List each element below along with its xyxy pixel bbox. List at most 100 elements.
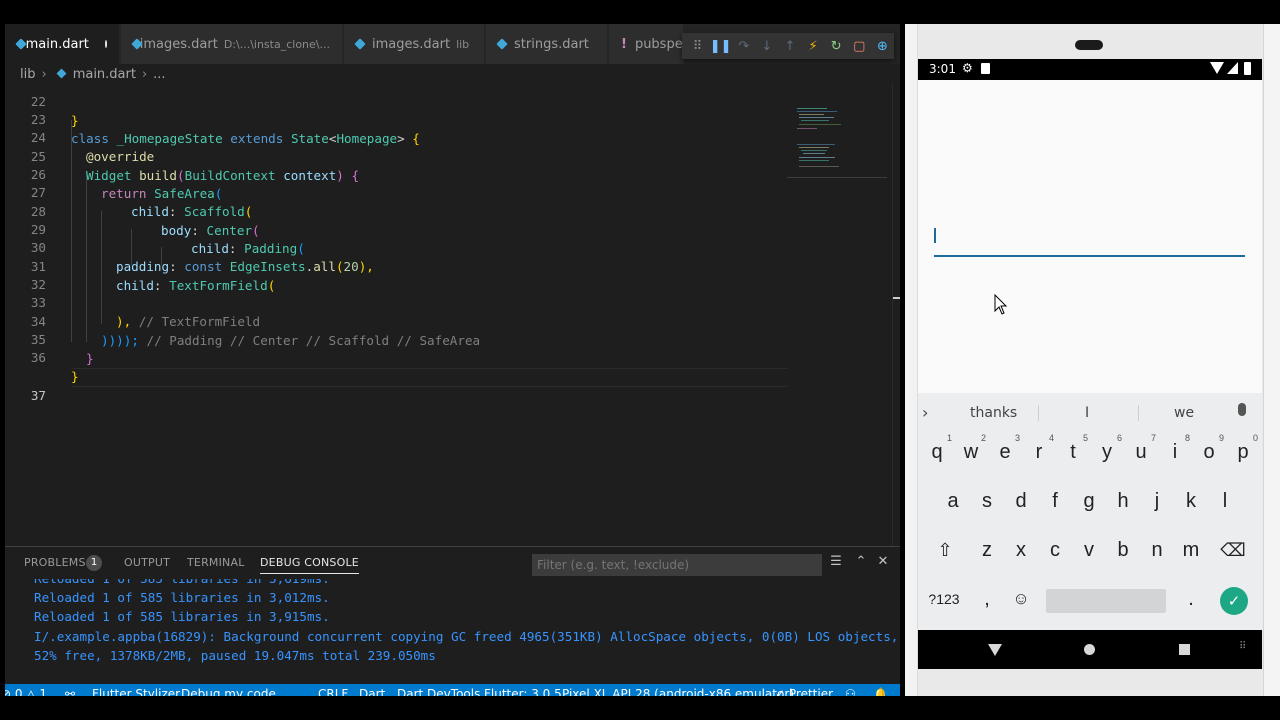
- code-line: 23 class _HomepageState extends State<Ho…: [30, 112, 420, 146]
- dart-file-icon: [356, 39, 366, 49]
- tab-pubspec[interactable]: ! pubspe: [609, 24, 684, 64]
- recents-icon[interactable]: [1179, 644, 1190, 655]
- minimap[interactable]: [787, 84, 892, 546]
- key-e[interactable]: e3: [988, 430, 1022, 474]
- key-i[interactable]: i8: [1158, 430, 1192, 474]
- share-icon[interactable]: ⚯: [65, 687, 75, 696]
- stop-icon[interactable]: ▢: [848, 35, 871, 57]
- tab-strings-dart[interactable]: strings.dart: [486, 24, 608, 64]
- key-h[interactable]: h: [1106, 479, 1140, 523]
- console-line: 52% free, 1378KB/2MB, paused 19.047ms to…: [34, 648, 436, 663]
- key-l[interactable]: l: [1208, 479, 1242, 523]
- debug-console-output[interactable]: Reloaded 1 of 585 libraries in 3,619ms. …: [5, 579, 900, 685]
- step-into-icon[interactable]: ↓: [755, 35, 778, 57]
- status-flutter-stylizer[interactable]: Flutter Stylizer: [92, 687, 180, 696]
- code-line: 29 child: Padding(: [30, 222, 305, 256]
- back-icon[interactable]: [988, 644, 1002, 656]
- editor-scrollbar[interactable]: [892, 84, 900, 546]
- tab-problems[interactable]: PROBLEMS: [24, 556, 86, 569]
- suggestion-thanks[interactable]: thanks: [970, 405, 1017, 421]
- enter-check-icon[interactable]: ✓: [1220, 587, 1248, 615]
- wifi-icon: [1210, 62, 1224, 74]
- key-period[interactable]: .: [1174, 577, 1208, 621]
- key-s[interactable]: s: [970, 479, 1004, 523]
- key-f[interactable]: f: [1038, 479, 1072, 523]
- console-filter-input[interactable]: [532, 554, 822, 576]
- spacebar[interactable]: [1046, 589, 1166, 613]
- console-line: Reloaded 1 of 585 libraries in 3,012ms.: [34, 590, 330, 605]
- status-eol[interactable]: CRLF: [318, 687, 348, 696]
- key-t[interactable]: t5: [1056, 430, 1090, 474]
- key-z[interactable]: z: [970, 528, 1004, 572]
- key-v[interactable]: v: [1072, 528, 1106, 572]
- bottom-panel: PROBLEMS 1 OUTPUT TERMINAL DEBUG CONSOLE…: [5, 546, 900, 684]
- tab-debug-console[interactable]: DEBUG CONSOLE: [260, 556, 359, 574]
- console-line: I/.example.appba(16829): Background conc…: [34, 629, 899, 644]
- clock: 3:01: [929, 62, 956, 76]
- key-g[interactable]: g: [1072, 479, 1106, 523]
- key-w[interactable]: w2: [954, 430, 988, 474]
- drag-handle-icon[interactable]: ⠿: [686, 35, 709, 57]
- flutter-app-body: [918, 80, 1262, 393]
- clear-console-icon[interactable]: ☰: [827, 554, 845, 574]
- key-c[interactable]: c: [1038, 528, 1072, 572]
- device-screen: 3:01 ⚙ › thanks I we q 1 w 2 e 3 r 4 t 5…: [918, 59, 1262, 669]
- key-d[interactable]: d: [1004, 479, 1038, 523]
- dart-file-icon: [17, 39, 20, 49]
- key-y[interactable]: y6: [1090, 430, 1124, 474]
- tab-output[interactable]: OUTPUT: [124, 556, 170, 569]
- key-j[interactable]: j: [1140, 479, 1174, 523]
- hot-reload-icon[interactable]: ⚡: [802, 35, 825, 57]
- code-line: 28 body: Center(: [30, 204, 260, 238]
- key-u[interactable]: u7: [1124, 430, 1158, 474]
- unsaved-dot-icon[interactable]: [104, 40, 107, 48]
- code-line: 32: [30, 277, 46, 293]
- status-debug-my-code[interactable]: Debug my code: [181, 687, 276, 696]
- status-prettier[interactable]: ✓ Prettier: [775, 687, 833, 696]
- tab-images-dart-clone[interactable]: images.dart D:\...\insta_clone\...: [121, 24, 343, 64]
- step-over-icon[interactable]: ↷: [732, 35, 755, 57]
- code-line-current: 37: [5, 350, 787, 403]
- status-language[interactable]: Dart: [359, 687, 385, 696]
- notifications-bell-icon[interactable]: 🔔: [873, 687, 888, 696]
- pause-icon[interactable]: ❚❚: [709, 35, 732, 57]
- close-panel-icon[interactable]: ✕: [874, 554, 892, 574]
- key-a[interactable]: a: [936, 479, 970, 523]
- key-o[interactable]: o9: [1192, 430, 1226, 474]
- key-q[interactable]: q1: [920, 430, 954, 474]
- text-form-field[interactable]: [934, 255, 1245, 257]
- tab-terminal[interactable]: TERMINAL: [187, 556, 245, 569]
- key-b[interactable]: b: [1106, 528, 1140, 572]
- android-nav-bar: ⠿: [918, 630, 1262, 669]
- debug-toolbar: ⠿ ❚❚ ↷ ↓ ↑ ⚡ ↻ ▢ ⊕: [682, 33, 894, 59]
- code-editor[interactable]: 22 } 23 class _HomepageState extends Sta…: [5, 84, 787, 546]
- status-flutter-version[interactable]: Flutter: 3.0.5: [484, 687, 562, 696]
- problems-indicator[interactable]: ⊘ 0 △ 1: [5, 687, 47, 696]
- expand-chevron-icon[interactable]: ›: [922, 403, 928, 422]
- key-r[interactable]: r4: [1022, 430, 1056, 474]
- code-line: 34 )))); // Padding // Center // Scaffol…: [30, 314, 481, 348]
- key-x[interactable]: x: [1004, 528, 1038, 572]
- emoji-key-icon[interactable]: ☺: [1004, 577, 1038, 621]
- status-dart-devtools[interactable]: Dart DevTools: [397, 687, 480, 696]
- symbols-key[interactable]: ?123: [924, 577, 964, 621]
- backspace-key-icon[interactable]: ⌫: [1216, 528, 1250, 572]
- key-k[interactable]: k: [1174, 479, 1208, 523]
- keyboard-switch-icon[interactable]: ⠿: [1239, 641, 1246, 652]
- microphone-icon[interactable]: [1238, 403, 1246, 416]
- restart-icon[interactable]: ↻: [825, 35, 848, 57]
- key-n[interactable]: n: [1140, 528, 1174, 572]
- home-icon[interactable]: [1084, 644, 1095, 655]
- shift-key-icon[interactable]: ⇧: [928, 528, 962, 572]
- step-out-icon[interactable]: ↑: [778, 35, 801, 57]
- status-device[interactable]: Pixel XL API 28 (android-x86 emulator): [562, 687, 794, 696]
- feedback-icon[interactable]: ⚇: [845, 687, 856, 696]
- key-comma[interactable]: ,: [970, 577, 1004, 621]
- yaml-file-icon: !: [621, 36, 627, 52]
- key-p[interactable]: p0: [1226, 430, 1260, 474]
- maximize-panel-icon[interactable]: ⌃: [852, 554, 870, 574]
- key-m[interactable]: m: [1174, 528, 1208, 572]
- tab-main-dart[interactable]: main.dart: [5, 24, 120, 64]
- inspect-widget-icon[interactable]: ⊕: [871, 35, 894, 57]
- tab-images-dart-lib[interactable]: images.dart lib: [344, 24, 485, 64]
